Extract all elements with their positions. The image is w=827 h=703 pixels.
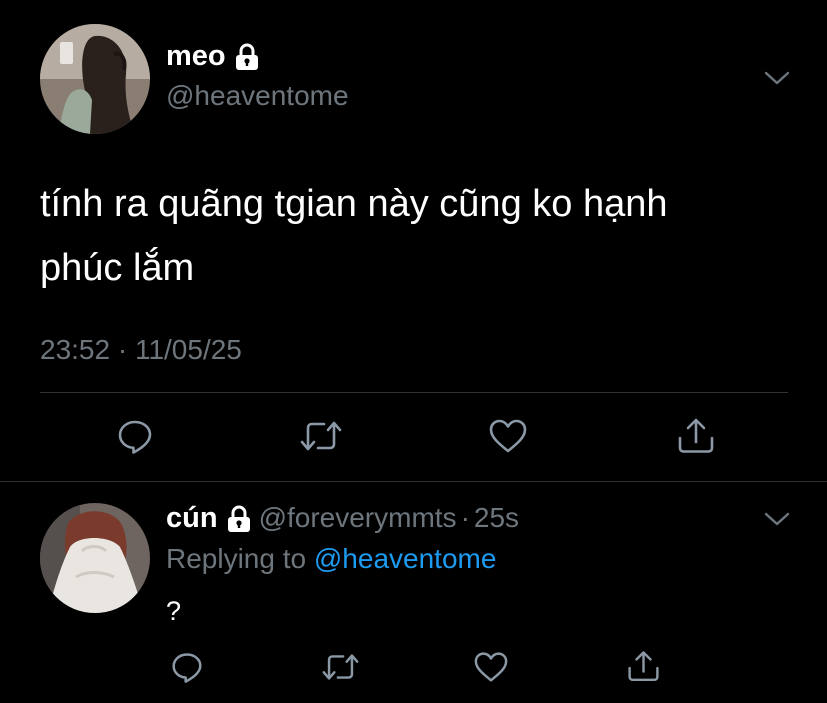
replying-to-label: Replying to bbox=[166, 543, 307, 574]
divider bbox=[40, 392, 788, 393]
share-icon[interactable] bbox=[627, 649, 660, 682]
timestamp[interactable]: 23:52 · 11/05/25 bbox=[40, 334, 242, 366]
chevron-down-icon[interactable] bbox=[764, 511, 790, 527]
display-name[interactable]: meo bbox=[166, 40, 226, 73]
replying-to-handle-link[interactable]: @heaventome bbox=[314, 543, 497, 574]
tweet-text: tính ra quãng tgian này cũng ko hạnh phú… bbox=[40, 172, 667, 300]
replying-to: Replying to @heaventome bbox=[166, 543, 496, 575]
share-icon[interactable] bbox=[677, 416, 715, 454]
lock-icon bbox=[235, 43, 259, 71]
tweet-text-line-1: tính ra quãng tgian này cũng ko hạnh bbox=[40, 183, 668, 225]
separator: · bbox=[460, 502, 470, 533]
heart-icon[interactable] bbox=[489, 418, 527, 454]
handle[interactable]: @heaventome bbox=[166, 80, 349, 112]
display-name[interactable]: cún bbox=[166, 502, 218, 535]
lock-icon bbox=[227, 505, 251, 533]
chevron-down-icon[interactable] bbox=[764, 70, 790, 86]
divider bbox=[0, 481, 827, 482]
retweet-icon[interactable] bbox=[322, 651, 359, 683]
reply-icon[interactable] bbox=[117, 418, 153, 454]
avatar[interactable] bbox=[40, 503, 150, 613]
reply-text: ? bbox=[166, 596, 182, 626]
reply-icon[interactable] bbox=[171, 651, 203, 683]
avatar[interactable] bbox=[40, 24, 150, 134]
handle[interactable]: @foreverymmts bbox=[259, 502, 457, 534]
tweet-text-line-2: phúc lắm bbox=[40, 247, 195, 289]
retweet-icon[interactable] bbox=[300, 418, 342, 454]
heart-icon[interactable] bbox=[474, 651, 508, 683]
time-ago[interactable]: 25s bbox=[474, 502, 519, 534]
